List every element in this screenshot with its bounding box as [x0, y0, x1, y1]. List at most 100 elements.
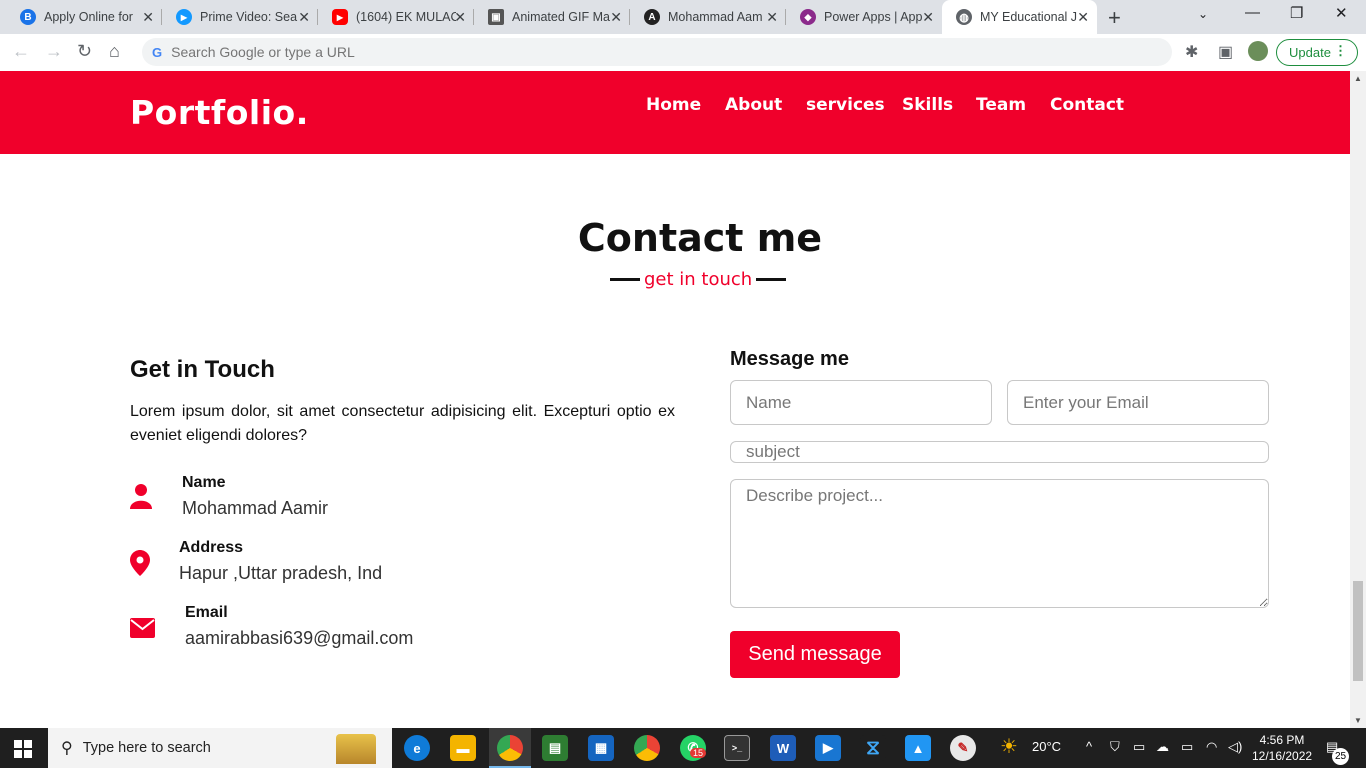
- browser-tab[interactable]: B Apply Online for ✕: [6, 0, 162, 34]
- back-arrow-icon[interactable]: ←: [12, 41, 30, 62]
- close-tab-icon[interactable]: ✕: [1077, 9, 1089, 26]
- browser-tab-active[interactable]: ◍ MY Educational J ✕: [942, 0, 1097, 34]
- tab-title: Prime Video: Sea: [200, 10, 298, 24]
- close-tab-icon[interactable]: ✕: [610, 9, 622, 26]
- nav-team-link[interactable]: Team: [976, 95, 1026, 115]
- get-in-touch-heading: Get in Touch: [130, 356, 275, 383]
- tab-favicon-icon: ◆: [800, 9, 816, 25]
- info-label: Email: [185, 604, 228, 621]
- email-input[interactable]: [1007, 380, 1269, 425]
- clock-time: 4:56 PM: [1259, 733, 1305, 747]
- windows-start-icon[interactable]: [14, 740, 32, 758]
- taskbar-clock[interactable]: 4:56 PM 12/16/2022: [1252, 732, 1312, 764]
- search-highlight-image: [336, 734, 376, 764]
- scroll-down-arrow-icon[interactable]: ▼: [1354, 716, 1362, 725]
- close-tab-icon[interactable]: ✕: [454, 9, 466, 26]
- scroll-up-arrow-icon[interactable]: ▲: [1354, 74, 1362, 83]
- search-icon: ⚲: [61, 740, 73, 757]
- page-scrollbar[interactable]: ▲ ▼: [1350, 71, 1366, 728]
- nav-services-link[interactable]: services: [806, 95, 885, 115]
- chrome-icon[interactable]: [497, 735, 523, 761]
- weather-temp[interactable]: 20°C: [1032, 739, 1061, 754]
- omnibox[interactable]: G: [142, 38, 1172, 66]
- chrome-profile-icon[interactable]: [634, 735, 660, 761]
- tab-title: Animated GIF Ma: [512, 10, 610, 24]
- tab-title: Apply Online for: [44, 10, 133, 24]
- browser-tab[interactable]: ▶ Prime Video: Sea ✕: [162, 0, 318, 34]
- weather-icon[interactable]: ☀: [1000, 734, 1018, 759]
- tab-title: (1604) EK MULAC: [356, 10, 456, 24]
- minimize-icon[interactable]: —: [1245, 4, 1260, 21]
- nav-contact-link[interactable]: Contact: [1050, 95, 1124, 115]
- home-icon[interactable]: ⌂: [109, 41, 120, 62]
- tab-title: MY Educational J: [980, 10, 1078, 24]
- tab-favicon-icon: A: [644, 9, 660, 25]
- browser-tab[interactable]: ◆ Power Apps | App ✕: [786, 0, 942, 34]
- tab-favicon-icon: ▶: [176, 9, 192, 25]
- show-hidden-icons-icon[interactable]: ^: [1086, 739, 1092, 754]
- nav-about-link[interactable]: About: [725, 95, 782, 115]
- site-logo[interactable]: Portfolio.: [130, 93, 309, 132]
- google-icon: G: [152, 44, 163, 60]
- wifi-icon[interactable]: ◠: [1206, 739, 1217, 755]
- new-tab-icon[interactable]: +: [1108, 5, 1121, 31]
- restore-icon[interactable]: ❐: [1290, 4, 1303, 22]
- close-tab-icon[interactable]: ✕: [142, 9, 154, 26]
- project-description-textarea[interactable]: [730, 479, 1269, 608]
- info-label: Name: [182, 474, 226, 491]
- map-pin-icon: [130, 550, 150, 581]
- omnibox-input[interactable]: [171, 44, 1072, 60]
- update-label: Update: [1289, 45, 1331, 60]
- taskbar-search-placeholder: Type here to search: [82, 740, 211, 756]
- tab-favicon-icon: B: [20, 9, 36, 25]
- subject-input[interactable]: [730, 441, 1269, 463]
- onedrive-cloud-icon[interactable]: ☁: [1156, 739, 1169, 755]
- meet-icon[interactable]: ▭: [1133, 739, 1145, 755]
- side-panel-icon[interactable]: ▣: [1218, 42, 1233, 62]
- notification-count-badge: 25: [1332, 748, 1349, 765]
- edge-icon[interactable]: e: [404, 735, 430, 761]
- envelope-icon: [130, 618, 155, 643]
- clock-date: 12/16/2022: [1252, 749, 1313, 763]
- taskbar-search-box[interactable]: ⚲ Type here to search: [48, 728, 392, 768]
- name-input[interactable]: [730, 380, 992, 425]
- nav-home-link[interactable]: Home: [646, 95, 701, 115]
- defender-icon[interactable]: ⛉: [1110, 739, 1120, 755]
- browser-tab-strip: B Apply Online for ✕ ▶ Prime Video: Sea …: [0, 0, 1366, 34]
- profile-avatar[interactable]: [1248, 41, 1268, 61]
- subtitle-line-right: [756, 278, 787, 281]
- browser-tab[interactable]: A Mohammad Aam ✕: [630, 0, 786, 34]
- user-icon: [130, 483, 152, 514]
- close-tab-icon[interactable]: ✕: [922, 9, 934, 26]
- word-icon[interactable]: W: [770, 735, 796, 761]
- send-message-button[interactable]: Send message: [730, 631, 900, 678]
- more-menu-icon[interactable]: ⋮: [1334, 43, 1347, 59]
- extensions-puzzle-icon[interactable]: ✱: [1185, 42, 1198, 62]
- vscode-icon[interactable]: ⧖: [860, 735, 886, 761]
- subtitle-line-left: [610, 278, 640, 281]
- update-button[interactable]: Update ⋮: [1276, 39, 1358, 66]
- tab-search-icon[interactable]: ⌄: [1198, 7, 1208, 21]
- close-tab-icon[interactable]: ✕: [766, 9, 778, 26]
- section-subtitle: get in touch: [610, 269, 787, 290]
- paint-icon[interactable]: ✎: [950, 735, 976, 761]
- store-icon[interactable]: ▦: [588, 735, 614, 761]
- scroll-thumb[interactable]: [1353, 581, 1363, 681]
- browser-tab[interactable]: ▶ (1604) EK MULAC ✕: [318, 0, 474, 34]
- info-value: Hapur ,Uttar pradesh, Ind: [179, 563, 383, 583]
- nav-skills-link[interactable]: Skills: [902, 95, 953, 115]
- photos-icon[interactable]: ▲: [905, 735, 931, 761]
- volume-icon[interactable]: ◁): [1228, 739, 1242, 755]
- close-window-icon[interactable]: ✕: [1335, 4, 1348, 22]
- file-explorer-icon[interactable]: ▬: [450, 735, 476, 761]
- terminal-icon[interactable]: >_: [724, 735, 750, 761]
- browser-tab[interactable]: ▣ Animated GIF Ma ✕: [474, 0, 630, 34]
- close-tab-icon[interactable]: ✕: [298, 9, 310, 26]
- forward-arrow-icon[interactable]: →: [45, 41, 63, 62]
- tab-favicon-icon: ▣: [488, 9, 504, 25]
- app-icon[interactable]: ▤: [542, 735, 568, 761]
- windows-taskbar: ⚲ Type here to search e ▬ ▤ ▦ ✆ 15 >_ W …: [0, 728, 1366, 768]
- battery-icon[interactable]: ▭: [1181, 739, 1193, 755]
- reload-icon[interactable]: ↻: [77, 41, 92, 62]
- media-player-icon[interactable]: ▶: [815, 735, 841, 761]
